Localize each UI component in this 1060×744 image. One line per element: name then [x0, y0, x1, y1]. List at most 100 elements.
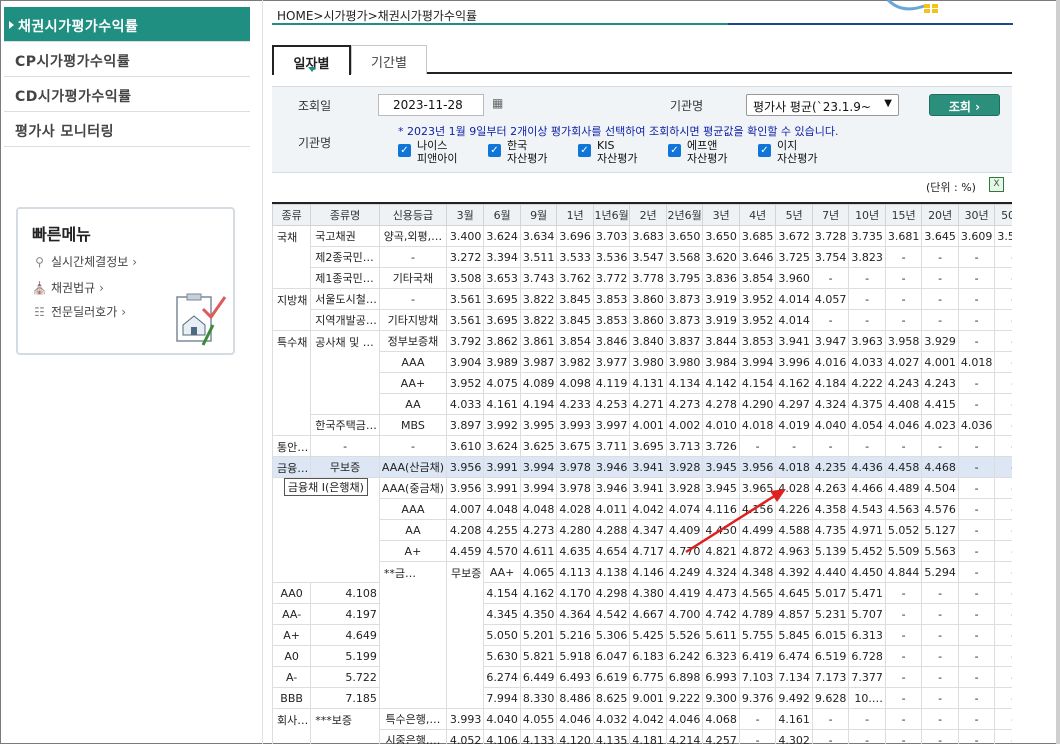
column-header: 7년 [811, 204, 850, 226]
checkbox-checked-icon[interactable]: ✓ [758, 144, 771, 157]
yield-value-cell: 3.650 [665, 225, 704, 247]
yield-value-cell: 9.222 [665, 687, 704, 709]
quick-link-realtime[interactable]: ⚲ 실시간체결정보 › [32, 253, 137, 270]
credit-rating-cell: 시중은행,… [378, 729, 448, 744]
yield-value-cell: 3.929 [921, 330, 959, 352]
yield-value-cell: 4.226 [775, 498, 813, 520]
yield-value-cell: 4.611 [519, 540, 558, 562]
yield-value-cell: 4.001 [921, 351, 959, 373]
yield-value-cell: 4.235 [811, 456, 850, 478]
table-row: 지역개발공… 기타지방채 3.561 3.695 3.822 3.845 3.853 3.86… [273, 309, 1012, 331]
yield-value-cell: 6.619 [592, 666, 631, 688]
yield-value-cell: 6.183 [629, 645, 667, 667]
yield-value-cell: - [921, 267, 959, 289]
org-select[interactable]: 평가사 평균(`23.1.9~ ▼ [746, 94, 899, 116]
yield-value-cell: 3.860 [629, 309, 667, 331]
checkbox-checked-icon[interactable]: ✓ [398, 144, 411, 157]
yield-value-cell: 4.392 [775, 561, 813, 583]
category-cell: **금… [378, 561, 448, 709]
quick-link-law[interactable]: ⛪ 채권법규 › [32, 279, 104, 296]
yield-value-cell: 4.348 [738, 561, 777, 583]
yield-value-cell: 4.450 [702, 519, 740, 541]
yield-value-cell: - [994, 561, 1012, 583]
credit-rating-cell: MBS [378, 414, 448, 436]
yield-value-cell: 5.509 [884, 540, 923, 562]
yield-value-cell: - [921, 729, 959, 744]
yield-value-cell: 3.897 [445, 414, 485, 436]
yield-value-cell: 4.057 [811, 288, 850, 310]
yield-value-cell: - [994, 498, 1012, 520]
table-row: 시중은행,… 4.052 4.106 4.133 4.120 4.135 4.181 4.21… [273, 729, 1012, 744]
yield-value-cell: 7.185 [310, 687, 380, 709]
yield-value-cell: 3.845 [556, 288, 594, 310]
yield-value-cell: 4.162 [775, 372, 813, 394]
tab-daily[interactable]: 일자별 [272, 45, 351, 75]
yield-value-cell: 3.713 [665, 435, 704, 457]
yield-value-cell: 3.963 [848, 330, 886, 352]
yield-value-cell: 4.290 [738, 393, 777, 415]
checkbox-checked-icon[interactable]: ✓ [668, 144, 681, 157]
yield-value-cell: - [957, 246, 996, 268]
checkbox-checked-icon[interactable]: ✓ [578, 144, 591, 157]
yield-value-cell: 5.722 [310, 666, 380, 688]
credit-rating-cell: A+ [378, 540, 448, 562]
chevron-right-icon: › [99, 281, 104, 295]
yield-value-cell: - [921, 645, 959, 667]
yield-value-cell: 4.253 [592, 393, 631, 415]
yield-value-cell: 4.700 [665, 603, 704, 625]
yield-value-cell: - [957, 267, 996, 289]
yield-value-cell: 4.789 [738, 603, 777, 625]
search-button[interactable]: 조회 › [929, 94, 1000, 116]
yield-value-cell: - [994, 393, 1012, 415]
org-label-top: 기관명 [670, 99, 704, 113]
yield-value-cell: 4.065 [519, 561, 558, 583]
yield-value-cell: 4.134 [665, 372, 704, 394]
checkbox-checked-icon[interactable]: ✓ [488, 144, 501, 157]
column-header: 15년 [884, 204, 923, 226]
yield-value-cell: 4.154 [483, 582, 521, 604]
calendar-icon[interactable]: ▦ [492, 96, 505, 110]
yield-value-cell: 6.274 [483, 666, 521, 688]
sidebar-item-cd-yield[interactable]: CD시가평가수익률 [4, 77, 250, 112]
yield-value-cell: 3.624 [483, 225, 521, 247]
sidebar-item-bond-yield[interactable]: 채권시가평가수익률 [4, 7, 250, 42]
yield-value-cell: - [957, 435, 996, 457]
yield-value-cell: 3.978 [556, 477, 594, 499]
date-field[interactable]: 2023-11-28 [378, 94, 484, 116]
yield-value-cell: - [848, 309, 886, 331]
yield-value-cell: 4.089 [519, 372, 558, 394]
yield-value-cell: 4.014 [775, 309, 813, 331]
yield-value-cell: 7.173 [811, 666, 850, 688]
yield-value-cell: 6.015 [811, 624, 850, 646]
yield-value-cell: 4.565 [738, 582, 777, 604]
chevron-down-icon: ▼ [884, 98, 892, 109]
yield-value-cell: - [884, 645, 923, 667]
yield-value-cell: 3.568 [665, 246, 704, 268]
yield-value-cell: 3.695 [483, 288, 521, 310]
yield-value-cell: 5.017 [811, 582, 850, 604]
table-row: AA+ 3.952 4.075 4.089 4.098 4.119 4.131 4.134 4.… [273, 372, 1012, 394]
column-header: 20년 [921, 204, 959, 226]
yield-value-cell: 3.980 [629, 351, 667, 373]
yield-value-cell: - [921, 288, 959, 310]
yield-value-cell: 4.649 [310, 624, 380, 646]
excel-download-icon[interactable]: X [989, 177, 1004, 192]
quick-link-dealer[interactable]: ☷ 전문딜러호가 › [32, 303, 126, 320]
yield-value-cell: - [957, 456, 996, 478]
category-name-cell: ***보증 [310, 708, 380, 744]
yield-value-cell: 4.055 [519, 708, 558, 730]
yield-value-cell: - [811, 309, 850, 331]
yield-value-cell: 7.377 [848, 666, 886, 688]
yield-value-cell: 4.181 [629, 729, 667, 744]
yield-value-cell: 3.956 [445, 477, 485, 499]
category-name-cell: 공사채 및 … [310, 330, 380, 415]
sidebar-item-cp-yield[interactable]: CP시가평가수익률 [4, 42, 250, 77]
yield-value-cell: 4.543 [848, 498, 886, 520]
yield-value-cell: 4.466 [848, 477, 886, 499]
yield-value-cell: 4.028 [556, 498, 594, 520]
yield-value-cell: - [957, 519, 996, 541]
sidebar-item-monitoring[interactable]: 평가사 모니터링 [4, 112, 250, 147]
tab-period[interactable]: 기간별 [351, 45, 427, 74]
yield-value-cell: 4.001 [629, 414, 667, 436]
yield-value-cell: 4.011 [592, 498, 631, 520]
